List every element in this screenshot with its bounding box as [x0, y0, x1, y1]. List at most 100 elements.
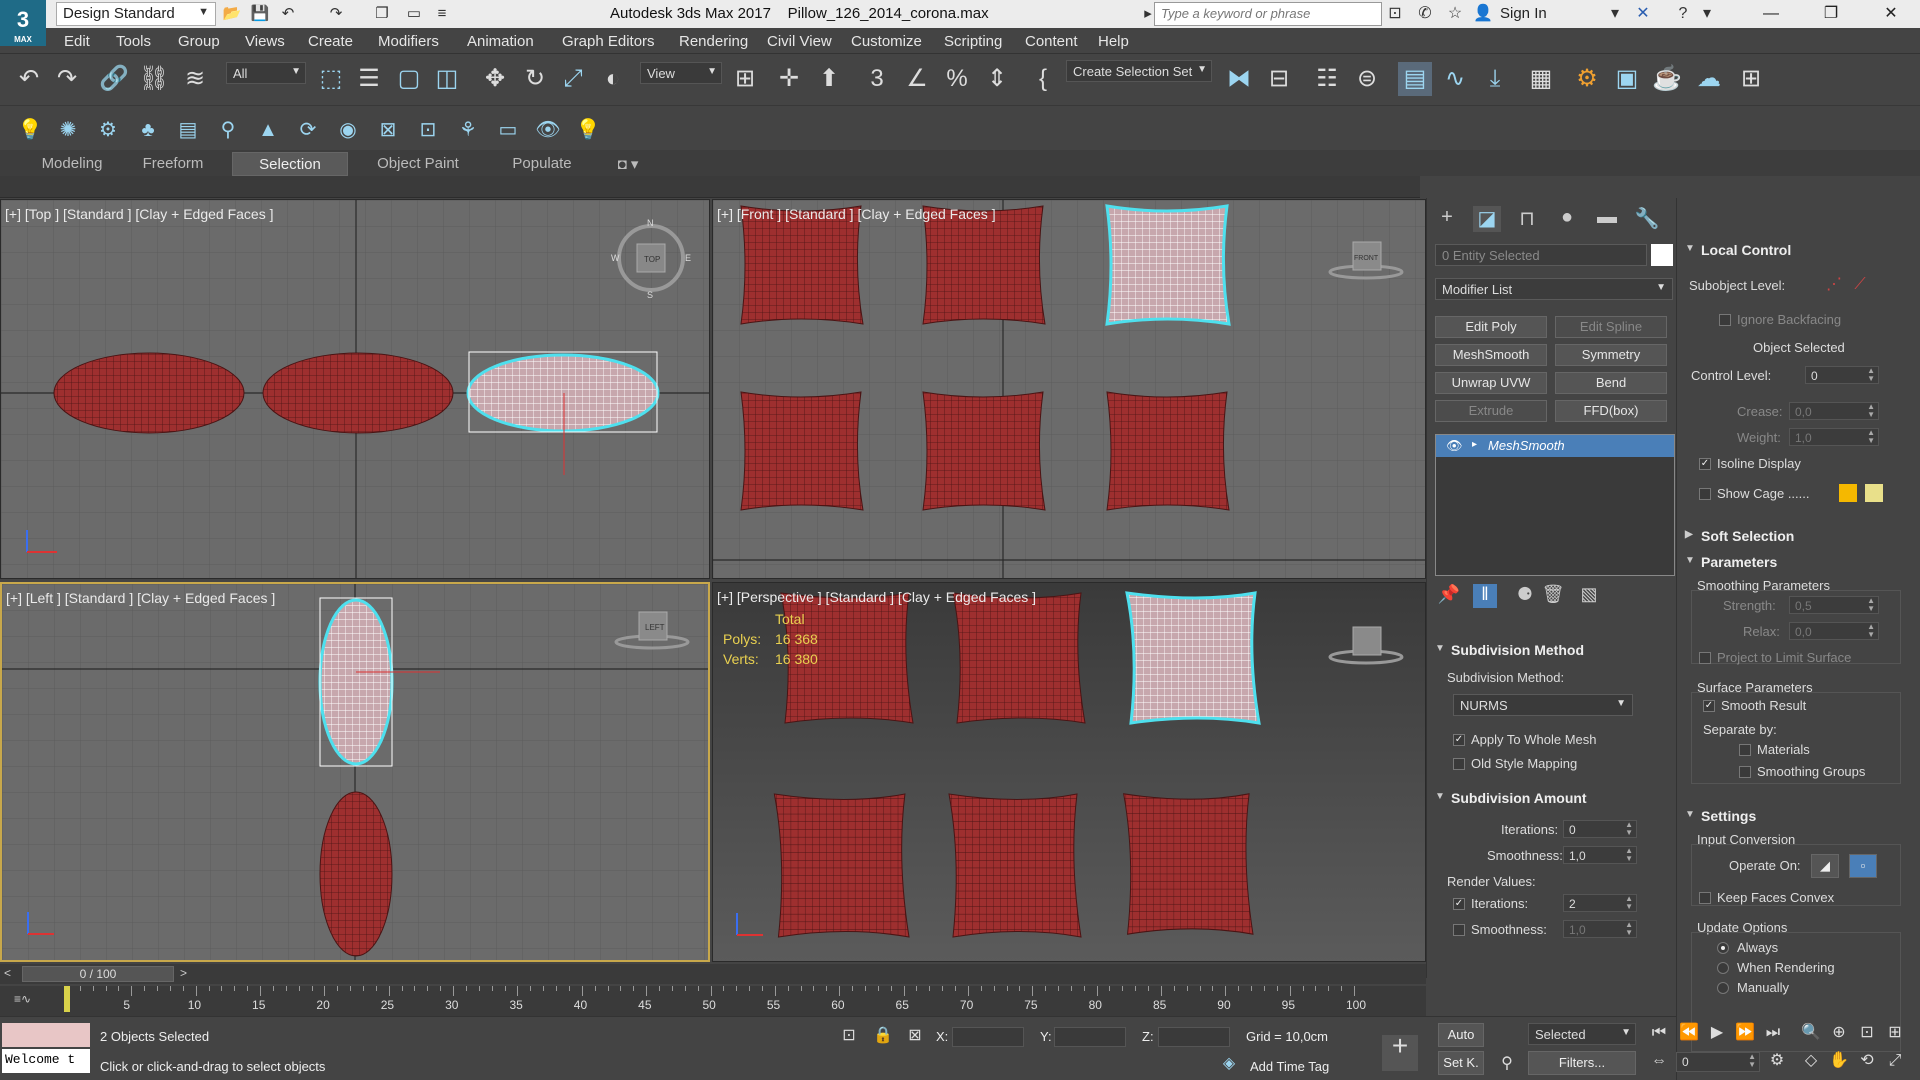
meshsmooth-button[interactable]: MeshSmooth — [1435, 344, 1547, 366]
pillow-persp-selected[interactable] — [1125, 591, 1261, 725]
pin-stack-icon[interactable]: 📌 — [1437, 584, 1461, 608]
auto-key-button[interactable]: Auto — [1438, 1023, 1484, 1047]
pillow-front-5[interactable] — [922, 391, 1046, 511]
tab-freeform[interactable]: Freeform — [128, 152, 218, 176]
curve-editor-mini-icon[interactable]: ≡∿ — [14, 992, 31, 1006]
proxy-icon[interactable]: ⚙ — [94, 116, 122, 144]
play-icon[interactable]: ▶ — [1706, 1022, 1728, 1044]
project-limit-checkbox[interactable] — [1699, 652, 1711, 664]
tab-populate[interactable]: Populate — [490, 152, 594, 176]
bend-button[interactable]: Bend — [1555, 372, 1667, 394]
pivot-center-icon[interactable]: ⊞ — [728, 62, 762, 96]
pillow-persp-4[interactable] — [773, 793, 910, 938]
set-key-button[interactable]: Set K. — [1438, 1051, 1484, 1075]
zoom-all-icon[interactable]: ⊕ — [1828, 1022, 1850, 1044]
open-file-icon[interactable]: 📂 — [222, 4, 242, 24]
smoothness-spinner[interactable]: 1,0 ▲ ▼ — [1563, 846, 1637, 864]
operate-on-triangles-button[interactable]: ◢ — [1811, 854, 1839, 878]
region-icon[interactable]: ▭ — [494, 116, 522, 144]
sign-in-link[interactable]: Sign In — [1500, 5, 1547, 22]
redo-icon[interactable]: ↷ — [50, 62, 84, 96]
update-always-radio[interactable] — [1717, 942, 1729, 954]
restore-button[interactable]: ❐ — [1806, 0, 1856, 28]
show-end-result-icon[interactable]: ‖ — [1473, 584, 1497, 608]
render-iterations-checkbox[interactable]: ✓ — [1453, 898, 1465, 910]
filters-button[interactable]: Filters... — [1528, 1051, 1636, 1075]
selection-filter-dropdown[interactable]: All ▼ — [226, 62, 306, 84]
remove-modifier-icon[interactable]: 🗑 — [1541, 584, 1565, 608]
z-coordinate-field[interactable] — [1158, 1027, 1230, 1047]
rollout-subdivision-amount[interactable]: ▼ Subdivision Amount — [1427, 790, 1677, 810]
exchange-icon[interactable]: ✕ — [1632, 3, 1654, 25]
iterations-spinner[interactable]: 0 ▲ ▼ — [1563, 820, 1637, 838]
satellite-icon[interactable]: ✆ — [1414, 3, 1436, 25]
minimize-button[interactable]: — — [1746, 0, 1796, 28]
render-iterations-spinner[interactable]: 2 ▲ ▼ — [1563, 894, 1637, 912]
x-coordinate-field[interactable] — [952, 1027, 1024, 1047]
strength-spinner[interactable]: 0,5 ▲ ▼ — [1789, 596, 1879, 614]
menu-edit[interactable]: Edit — [64, 33, 90, 50]
configure-modifier-sets-icon[interactable]: ▧ — [1577, 584, 1601, 608]
zoom-extents-icon[interactable]: ⊡ — [1856, 1022, 1878, 1044]
pillow-top-2[interactable] — [262, 352, 454, 434]
schematic-view-icon[interactable]: ⤓ — [1478, 62, 1512, 96]
tab-modeling[interactable]: Modeling — [22, 152, 122, 176]
undo-icon[interactable]: ↶ — [278, 4, 298, 24]
scatter-icon[interactable]: ♣ — [134, 116, 162, 144]
close-button[interactable]: ✕ — [1866, 0, 1916, 28]
eye-icon[interactable]: 👁 — [534, 116, 562, 144]
control-level-spinner[interactable]: 0 ▲ ▼ — [1805, 366, 1879, 384]
place-icon[interactable]: ◐ — [596, 62, 630, 96]
go-to-start-icon[interactable]: ⏮ — [1648, 1022, 1670, 1044]
ignore-backfacing-checkbox[interactable] — [1719, 314, 1731, 326]
symmetry-button[interactable]: Symmetry — [1555, 344, 1667, 366]
keyboard-shortcut-icon[interactable]: ⬆ — [812, 62, 846, 96]
spinner-arrows-icon[interactable]: ▲ ▼ — [1867, 367, 1875, 383]
camera-icon[interactable]: ▲ — [254, 116, 282, 144]
maxscript-listener-mini[interactable] — [2, 1023, 90, 1047]
viewport-label-top[interactable]: [+] [Top ] [Standard ] [Clay + Edged Fac… — [5, 206, 273, 222]
time-configuration-icon[interactable]: ⚙ — [1766, 1050, 1788, 1072]
app-logo[interactable]: 3 MAX — [0, 0, 46, 46]
angle-snap-icon[interactable]: ∠ — [900, 62, 934, 96]
project-folder-icon[interactable]: ❐ — [372, 4, 392, 24]
time-slider[interactable]: < 0 / 100 > — [0, 964, 1426, 984]
ribbon-options-icon[interactable]: ◘ ▾ — [608, 152, 648, 176]
spinner-snap-icon[interactable]: ⇕ — [980, 62, 1014, 96]
maximize-viewport-icon[interactable]: ⤢ — [1884, 1050, 1906, 1072]
snaps-toggle-icon[interactable]: 3 — [860, 62, 894, 96]
object-color-swatch[interactable] — [1651, 244, 1673, 266]
add-time-tag[interactable]: Add Time Tag — [1250, 1059, 1329, 1074]
rendered-frame-window-icon[interactable]: ▣ — [1610, 62, 1644, 96]
update-when-rendering-radio[interactable] — [1717, 962, 1729, 974]
unlink-icon[interactable]: ⛓ — [137, 62, 171, 96]
pillow-top-selected[interactable] — [466, 353, 660, 433]
pillow-persp-5[interactable] — [948, 793, 1082, 938]
edit-named-selection-icon[interactable]: { — [1026, 62, 1060, 96]
field-of-view-icon[interactable]: ◇ — [1800, 1050, 1822, 1072]
ribbon-toggle-icon[interactable]: ▤ — [1398, 62, 1432, 96]
render-production-icon[interactable]: ☕ — [1650, 62, 1684, 96]
viewport-perspective[interactable]: [+] [Perspective ] [Standard ] [Clay + E… — [712, 582, 1426, 962]
help-icon[interactable]: ? — [1672, 3, 1694, 25]
keep-faces-convex-checkbox[interactable] — [1699, 892, 1711, 904]
menu-animation[interactable]: Animation — [467, 33, 534, 50]
spinner-arrows-icon[interactable]: ▲ ▼ — [1625, 895, 1633, 911]
spinner-arrows-icon[interactable]: ▲ ▼ — [1867, 403, 1875, 419]
modify-tab-icon[interactable]: ◪ — [1473, 206, 1501, 232]
undo-icon[interactable]: ↶ — [12, 62, 46, 96]
vertex-level-icon[interactable]: ⋰ — [1823, 274, 1845, 296]
cycle-icon[interactable]: ⟳ — [294, 116, 322, 144]
show-cage-checkbox[interactable] — [1699, 488, 1711, 500]
extrude-button[interactable]: Extrude — [1435, 400, 1547, 422]
subdivision-method-dropdown[interactable]: NURMS ▼ — [1453, 694, 1633, 716]
menu-content[interactable]: Content — [1025, 33, 1078, 50]
zoom-extents-all-icon[interactable]: ⊞ — [1884, 1022, 1906, 1044]
cage-color-swatch[interactable] — [1839, 484, 1857, 502]
pillow-persp-2[interactable] — [952, 592, 1086, 724]
chevron-down-icon[interactable]: ▾ — [1696, 3, 1718, 25]
pillow-front-4[interactable] — [740, 391, 864, 511]
render-smoothness-spinner[interactable]: 1,0 ▲ ▼ — [1563, 920, 1637, 938]
time-slider-thumb[interactable]: 0 / 100 — [22, 966, 174, 982]
pillow-front-1[interactable] — [740, 205, 864, 325]
